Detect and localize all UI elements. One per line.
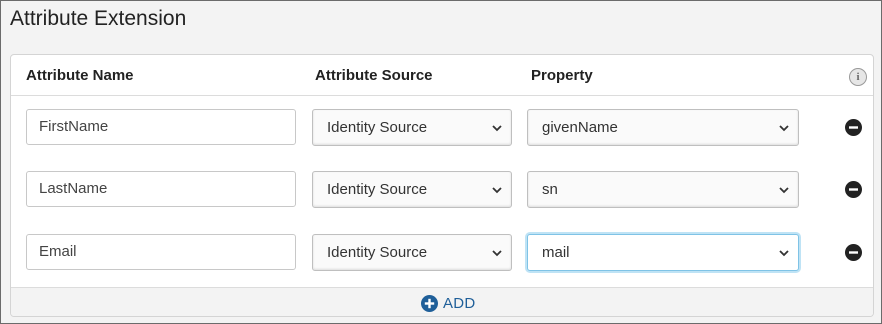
panel-title: Attribute Extension <box>10 7 187 30</box>
attribute-source-select[interactable]: Identity Source <box>312 171 512 208</box>
add-button-label: ADD <box>443 294 476 312</box>
column-header-attribute-source: Attribute Source <box>315 67 433 84</box>
chevron-down-icon <box>492 125 502 132</box>
remove-row-icon[interactable] <box>845 119 862 136</box>
remove-row-icon[interactable] <box>845 181 862 198</box>
table-row: FirstName Identity Source givenName <box>11 109 873 171</box>
chevron-down-icon <box>492 250 502 257</box>
plus-circle-icon <box>421 294 438 312</box>
attribute-source-select[interactable]: Identity Source <box>312 109 512 146</box>
remove-row-icon[interactable] <box>845 244 862 261</box>
attribute-table: Attribute Name Attribute Source Property… <box>10 54 874 317</box>
chevron-down-icon <box>492 187 502 194</box>
column-header-property: Property <box>531 67 593 84</box>
column-header-attribute-name: Attribute Name <box>26 67 134 84</box>
attribute-name-input[interactable]: Email <box>26 234 296 270</box>
property-value: mail <box>542 244 570 261</box>
attribute-name-input[interactable]: LastName <box>26 171 296 207</box>
attribute-source-value: Identity Source <box>327 181 428 198</box>
attribute-source-value: Identity Source <box>327 244 428 261</box>
table-row: LastName Identity Source sn <box>11 171 873 233</box>
attribute-extension-panel: Attribute Extension Attribute Name Attri… <box>0 0 882 324</box>
table-header: Attribute Name Attribute Source Property… <box>11 55 873 96</box>
table-footer: ADD <box>11 287 873 316</box>
attribute-name-input[interactable]: FirstName <box>26 109 296 145</box>
property-value: givenName <box>542 119 618 136</box>
chevron-down-icon <box>779 187 789 194</box>
property-select[interactable]: mail <box>527 234 799 271</box>
attribute-source-value: Identity Source <box>327 119 428 136</box>
chevron-down-icon <box>779 250 789 257</box>
property-select[interactable]: givenName <box>527 109 799 146</box>
info-icon[interactable]: i <box>849 68 867 86</box>
chevron-down-icon <box>779 125 789 132</box>
property-value: sn <box>542 181 558 198</box>
add-attribute-button[interactable]: ADD <box>421 294 476 312</box>
attribute-source-select[interactable]: Identity Source <box>312 234 512 271</box>
property-select[interactable]: sn <box>527 171 799 208</box>
